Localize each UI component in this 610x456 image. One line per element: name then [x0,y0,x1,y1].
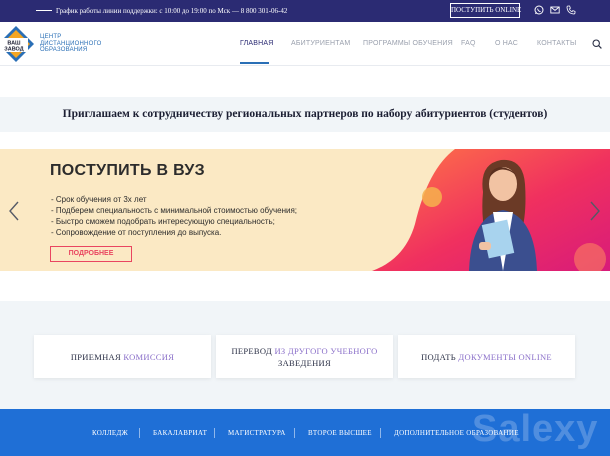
hero-title: ПОСТУПИТЬ В ВУЗ [50,162,205,179]
hero-benefit: - Быстро сможем подобрать интересующую с… [51,217,275,226]
nav-item-home[interactable]: ГЛАВНАЯ [240,40,274,47]
whatsapp-icon[interactable] [534,5,544,15]
logo-mark-line-2: ЗАВОД [4,47,23,53]
card-label: ПЕРЕВОД [231,345,275,356]
nav-item-contacts[interactable]: КОНТАКТЫ [537,40,576,47]
card-label-accent: КОМИССИЯ [123,351,175,362]
top-bar-rule [36,10,52,11]
card-label: ПОДАТЬ [421,351,459,362]
card-label-accent: ДОКУМЕНТЫ ONLINE [458,351,552,362]
hero-benefit: - Подберем специальность с минимальной с… [51,206,298,215]
footer-link-college[interactable]: КОЛЛЕДЖ [92,429,128,437]
nav-item-programs[interactable]: ПРОГРАММЫ ОБУЧЕНИЯ [363,40,453,47]
student-photo [469,159,537,271]
slider-next-arrow-icon[interactable] [589,201,601,221]
logo-line: ОБРАЗОВАНИЯ [40,47,88,53]
hero-benefit: - Срок обучения от 3х лет [51,195,147,204]
footer-separator [380,428,381,438]
partner-invitation-text: Приглашаем к сотрудничеству региональных… [62,108,548,120]
slider-prev-arrow-icon[interactable] [8,201,20,221]
footer-separator [294,428,295,438]
nav-item-faq[interactable]: FAQ [461,40,476,47]
search-icon[interactable] [592,39,602,49]
footer-link-bachelor[interactable]: БАКАЛАВРИАТ [153,429,207,437]
hero-benefit: - Сопровождение от поступления до выпуск… [51,228,222,237]
watermark: Salexy [472,408,599,450]
hero-benefits-list: - Срок обучения от 3х лет - Подберем спе… [51,194,297,238]
top-bar: График работы линии поддержки: с 10:00 д… [0,0,610,22]
footer-separator [214,428,215,438]
footer-separator [139,428,140,438]
nav-item-about[interactable]: О НАС [495,40,518,47]
more-details-button[interactable]: ПОДРОБНЕЕ [50,246,132,262]
partner-invitation-band: Приглашаем к сотрудничеству региональных… [0,97,610,132]
card-label: ЗАВЕДЕНИЯ [278,357,331,368]
footer-link-second-degree[interactable]: ВТОРОЕ ВЫСШЕЕ [308,429,372,437]
submit-documents-card[interactable]: ПОДАТЬ ДОКУМЕНТЫ ONLINE [398,335,575,378]
admission-office-card[interactable]: ПРИЕМНАЯ КОМИССИЯ [34,335,211,378]
apply-online-button[interactable]: ПОСТУПИТЬ ONLINE [450,3,521,18]
mail-icon[interactable] [550,5,560,15]
transfer-card[interactable]: ПЕРЕВОД ИЗ ДРУГОГО УЧЕБНОГО ЗАВЕДЕНИЯ [216,335,393,378]
card-label: ПРИЕМНАЯ [70,351,124,362]
hero-slider: ПОСТУПИТЬ В ВУЗ - Срок обучения от 3х ле… [0,149,610,271]
footer-link-master[interactable]: МАГИСТРАТУРА [228,429,286,437]
logo-text[interactable]: ЦЕНТР ДИСТАНЦИОННОГО ОБРАЗОВАНИЯ [40,34,101,54]
support-schedule: График работы линии поддержки: с 10:00 д… [56,7,288,15]
card-label-accent: ИЗ ДРУГОГО УЧЕБНОГО [274,345,378,356]
nav-item-applicants[interactable]: АБИТУРИЕНТАМ [291,40,350,47]
logo-mark[interactable]: ВАШ ЗАВОД [0,26,34,62]
site-header: ВАШ ЗАВОД ЦЕНТР ДИСТАНЦИОННОГО ОБРАЗОВАН… [0,22,610,66]
nav-active-underline [240,62,269,64]
phone-icon[interactable] [566,5,576,15]
